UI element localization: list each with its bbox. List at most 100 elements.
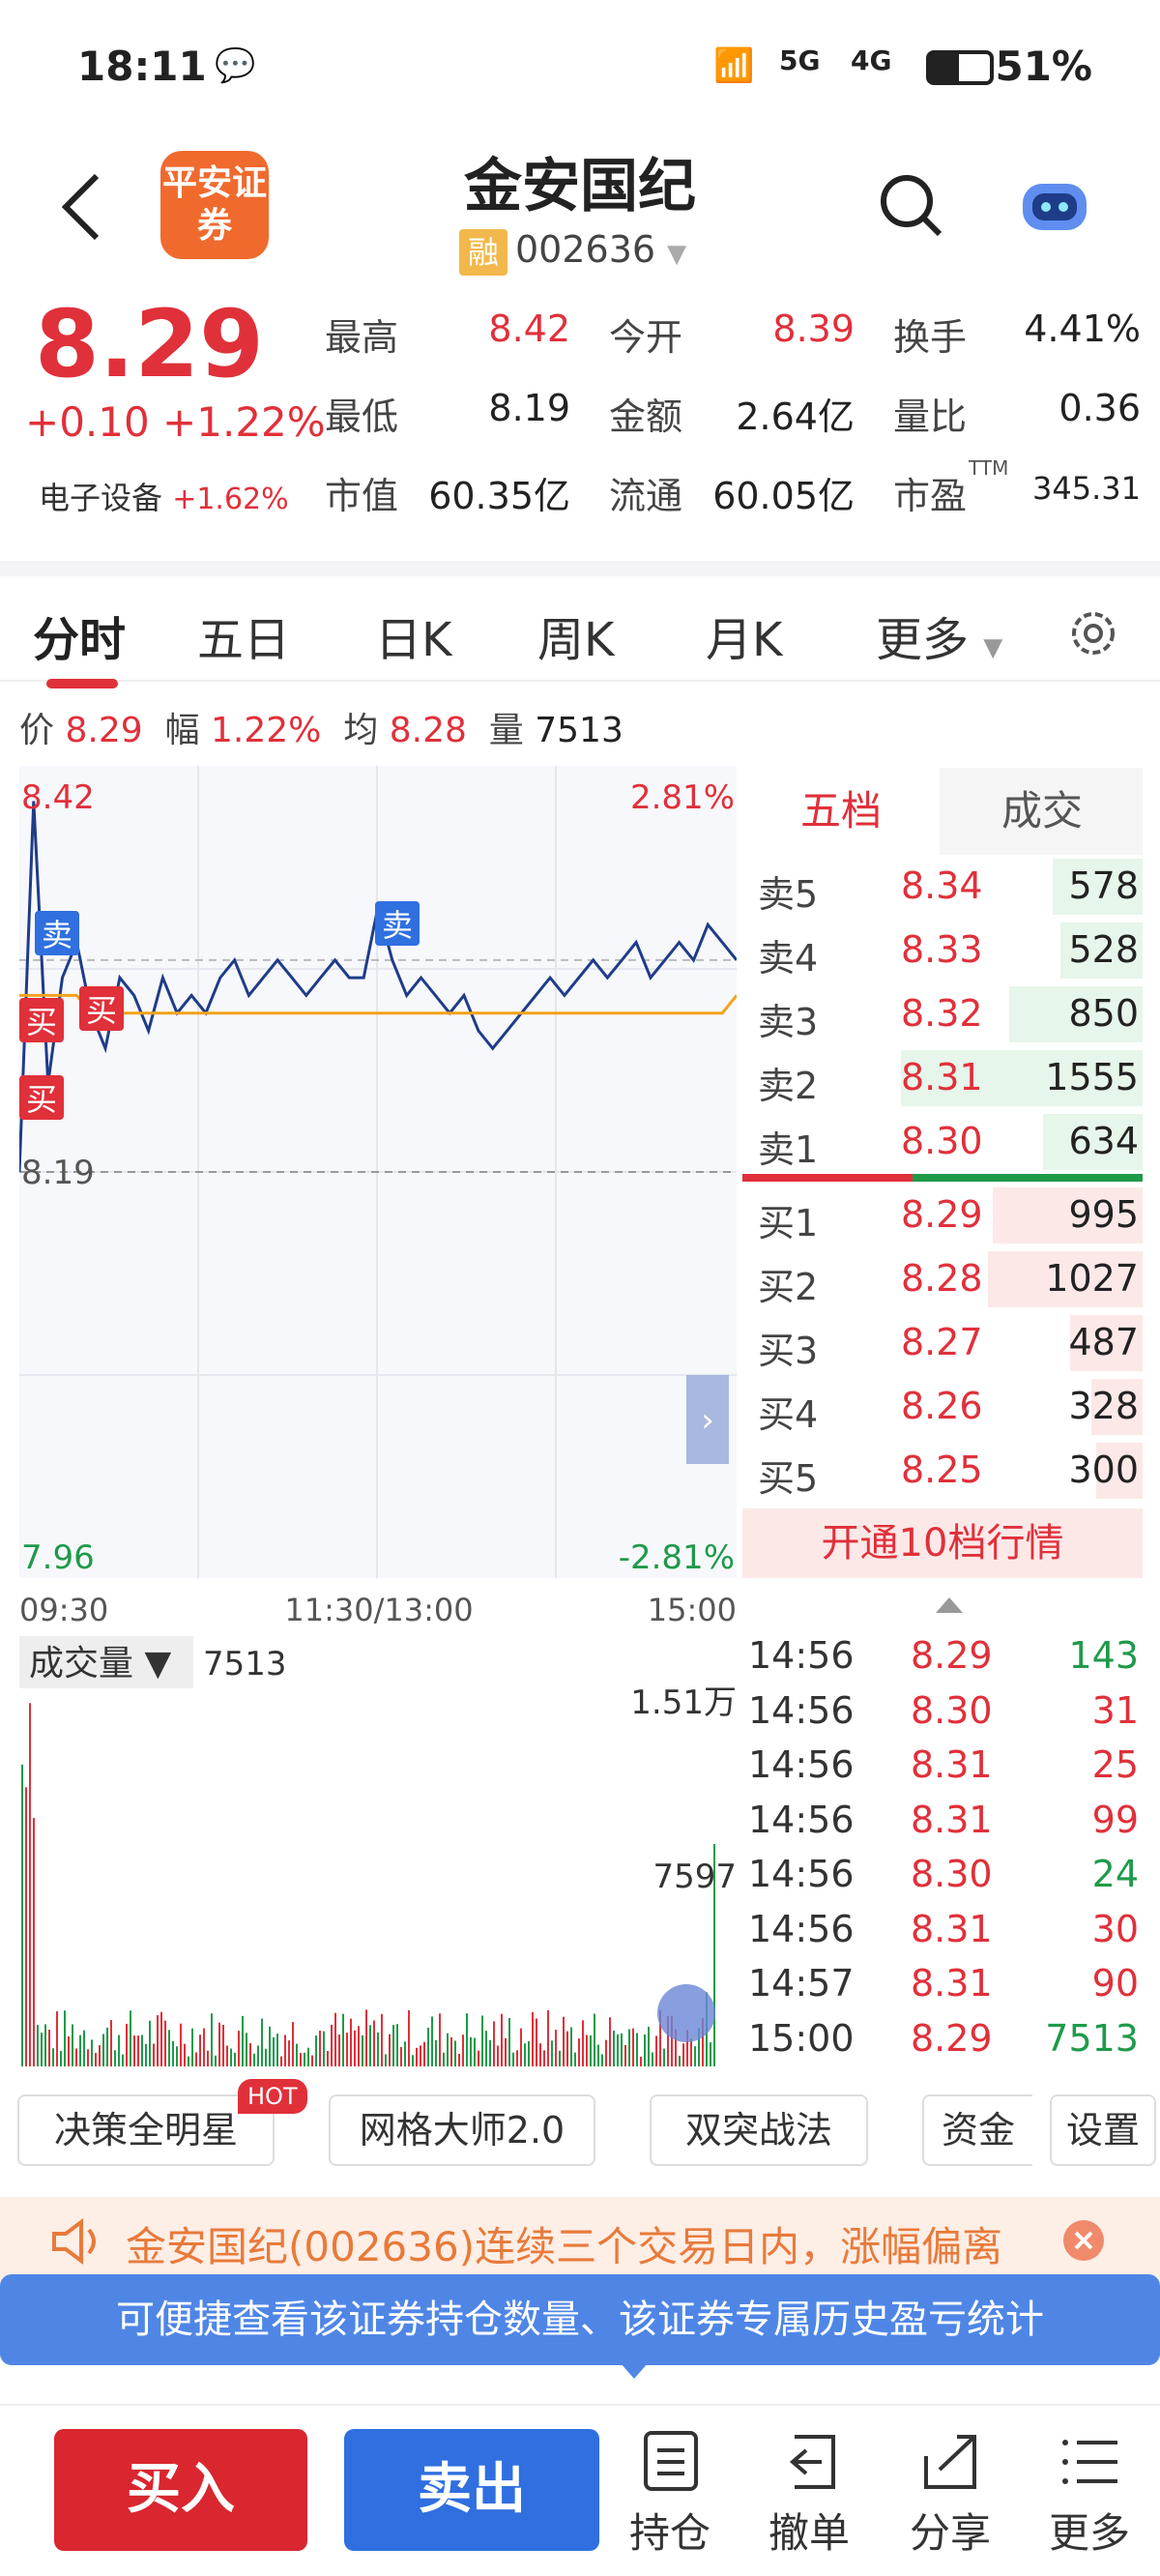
volume-bar xyxy=(358,2026,360,2066)
close-icon[interactable] xyxy=(1061,2218,1106,2263)
tab-monthly-k[interactable]: 月K xyxy=(706,601,782,669)
ask-label: 卖3 xyxy=(758,1001,819,1043)
stock-code-selector[interactable]: 融 002636 ▼ xyxy=(459,228,686,276)
volume-bar xyxy=(21,1764,23,2066)
volume-bar xyxy=(404,2041,406,2066)
scroll-up-arrow-icon[interactable] xyxy=(936,1597,963,1613)
volume-bar xyxy=(369,2025,371,2066)
volume-bar xyxy=(304,2052,305,2066)
volume-bar xyxy=(331,2024,333,2066)
bid-level-row[interactable]: 买3 8.27 487 xyxy=(742,1311,1143,1375)
ask-level-row[interactable]: 卖1 8.30 634 xyxy=(742,1110,1143,1174)
volume-bar xyxy=(29,1703,31,2066)
volume-bar xyxy=(188,2056,189,2066)
tick-price: 8.30 xyxy=(911,1853,993,1895)
bid-level-row[interactable]: 买5 8.25 300 xyxy=(742,1439,1143,1503)
holdings-button[interactable]: 持仓 xyxy=(617,2429,723,2560)
volume-bar xyxy=(365,2009,367,2066)
volume-bar xyxy=(52,2048,54,2066)
volume-max-label: 1.51万 xyxy=(630,1683,737,1722)
volume-bar xyxy=(342,2013,344,2066)
share-button[interactable]: 分享 xyxy=(897,2429,1003,2560)
volume-bar xyxy=(168,2030,170,2066)
bid-vol: 487 xyxy=(1068,1321,1139,1363)
volume-bar xyxy=(207,2050,209,2066)
chart-marker-label: 卖 xyxy=(42,917,72,953)
volume-bar xyxy=(450,2036,452,2066)
volume-bar xyxy=(164,2020,166,2066)
intraday-chart[interactable]: 8.42 2.81% 8.19 7.96 -2.81% 卖卖买买买 › xyxy=(17,766,739,1578)
volume-bar xyxy=(242,2015,244,2066)
open-10-level-button[interactable]: 开通10档行情 xyxy=(742,1508,1143,1578)
volume-bar xyxy=(327,2050,329,2066)
volume-bar xyxy=(458,2053,460,2066)
quote-value: 60.35亿 xyxy=(428,475,570,517)
volume-bar xyxy=(292,2022,294,2066)
tick-time: 14:56 xyxy=(748,1798,855,1841)
volume-bar xyxy=(385,2054,387,2066)
volume-bar xyxy=(79,2034,81,2066)
industry-label[interactable]: 电子设备 +1.62% xyxy=(39,474,289,518)
tick-vol: 7513 xyxy=(1045,2016,1139,2060)
period-tabs: 分时 五日 日K 周K 月K 更多 ▼ xyxy=(0,561,1160,688)
buy-button[interactable]: 买入 xyxy=(54,2429,307,2551)
tab-five-levels[interactable]: 五档 xyxy=(742,768,940,855)
sell-button[interactable]: 卖出 xyxy=(344,2429,599,2551)
tool-settings[interactable]: 设置 xyxy=(1050,2094,1156,2166)
volume-bar xyxy=(466,2012,468,2066)
volume-bar xyxy=(114,2050,116,2066)
volume-bar xyxy=(435,2039,437,2066)
ask-vol: 634 xyxy=(1068,1120,1139,1162)
tab-daily-k[interactable]: 日K xyxy=(375,601,451,669)
volume-bar xyxy=(160,2011,162,2066)
volume-bar xyxy=(37,2025,39,2066)
ask-level-row[interactable]: 卖4 8.33 528 xyxy=(742,919,1143,982)
tick-row: 14:56 8.30 31 xyxy=(746,1685,1143,1741)
bid-level-row[interactable]: 买1 8.29 995 xyxy=(742,1184,1143,1247)
ask-level-row[interactable]: 卖3 8.32 850 xyxy=(742,982,1143,1046)
tool-capital[interactable]: 资金 xyxy=(922,2094,1032,2166)
ask-label: 卖5 xyxy=(758,873,819,916)
robot-assistant-icon[interactable] xyxy=(1019,174,1090,236)
settings-gear-icon[interactable] xyxy=(1067,607,1119,659)
ask-level-row[interactable]: 卖5 8.34 578 xyxy=(742,855,1143,919)
volume-chart[interactable]: 09:30 11:30/13:00 15:00 成交量 ▼ 7513 1.51万 7597 xyxy=(19,1578,737,2081)
tab-weekly-k[interactable]: 周K xyxy=(537,601,614,669)
more-button[interactable]: 更多 xyxy=(1036,2429,1143,2560)
tool-grid-master[interactable]: 网格大师2.0 xyxy=(329,2094,595,2166)
tab-intraday[interactable]: 分时 xyxy=(33,601,126,669)
search-icon[interactable] xyxy=(878,172,945,240)
bid-price: 8.29 xyxy=(901,1193,983,1236)
volume-bar xyxy=(64,2010,66,2066)
tab-trades[interactable]: 成交 xyxy=(942,768,1143,855)
volume-bar xyxy=(508,2017,510,2066)
volume-bar xyxy=(408,2010,410,2066)
volume-bar xyxy=(230,2048,232,2066)
stock-header: 平安证券 金安国纪 融 002636 ▼ xyxy=(0,135,1160,290)
volume-bar xyxy=(218,2022,220,2066)
y-tick-label: 8.19 xyxy=(21,1154,95,1192)
tool-decision-star[interactable]: 决策全明星 xyxy=(17,2094,275,2166)
volume-bar xyxy=(624,2044,626,2066)
notice-banner[interactable]: 金安国纪(002636)连续三个交易日内，涨幅偏离 xyxy=(0,2197,1160,2286)
tooltip-banner[interactable]: 可便捷查看该证券持仓数量、该证券专属历史盈亏统计 xyxy=(0,2274,1160,2365)
tool-double-breakout[interactable]: 双突战法 xyxy=(650,2094,868,2166)
volume-bar xyxy=(682,2043,684,2066)
share-icon xyxy=(924,2435,976,2489)
volume-bar xyxy=(280,2056,282,2066)
volume-bar xyxy=(644,2034,646,2066)
volume-bar xyxy=(528,2040,530,2066)
tab-five-day[interactable]: 五日 xyxy=(197,601,290,669)
volume-bar xyxy=(56,2011,58,2066)
bid-level-row[interactable]: 买2 8.28 1027 xyxy=(742,1247,1143,1311)
speaker-icon xyxy=(52,2218,96,2265)
volume-bar xyxy=(597,2044,599,2066)
notice-text: 金安国纪(002636)连续三个交易日内，涨幅偏离 xyxy=(126,2223,1003,2270)
volume-bar xyxy=(648,2027,650,2066)
cancel-order-button[interactable]: 撤单 xyxy=(756,2429,862,2560)
bid-level-row[interactable]: 买4 8.26 328 xyxy=(742,1375,1143,1439)
ask-level-row[interactable]: 卖2 8.31 1555 xyxy=(742,1046,1143,1110)
volume-bar xyxy=(234,2052,236,2066)
tab-more[interactable]: 更多 ▼ xyxy=(876,601,1002,669)
volume-bar xyxy=(551,2040,553,2066)
